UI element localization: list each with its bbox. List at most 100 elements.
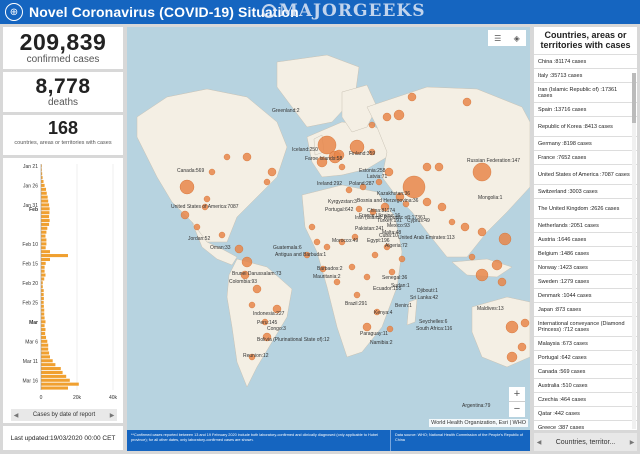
chart-bar[interactable] (41, 312, 45, 316)
chart-bar[interactable] (41, 374, 67, 378)
list-footer[interactable]: ◀ Countries, territor... ▶ (534, 433, 637, 451)
chart-bar[interactable] (41, 320, 46, 324)
case-bubble[interactable] (371, 251, 379, 259)
case-bubble[interactable] (393, 109, 405, 121)
case-bubble[interactable] (382, 112, 392, 122)
case-bubble[interactable] (313, 238, 321, 246)
chart-bar[interactable] (41, 195, 48, 199)
case-bubble[interactable] (323, 243, 331, 251)
case-bubble[interactable] (248, 301, 256, 309)
country-list-item[interactable]: France :7652 cases (534, 150, 637, 164)
chart-bar[interactable] (41, 343, 49, 347)
case-bubble[interactable] (468, 253, 476, 261)
case-bubble[interactable] (517, 342, 527, 352)
country-list-item[interactable]: United States of America :7087 cases (534, 164, 637, 184)
chart-bar[interactable] (41, 308, 45, 312)
map-attribution[interactable]: World Health Organization, Esri | WHO (429, 419, 528, 427)
country-list-item[interactable]: Norway :1423 cases (534, 260, 637, 274)
case-bubble[interactable] (437, 202, 447, 212)
chart-bar[interactable] (41, 183, 45, 187)
case-bubble[interactable] (520, 318, 530, 328)
chart-bar[interactable] (41, 230, 47, 234)
chart-bar[interactable] (41, 386, 68, 390)
case-bubble[interactable] (505, 320, 519, 334)
chart-bar[interactable] (41, 355, 50, 359)
case-bubble[interactable] (338, 163, 346, 171)
country-list-item[interactable]: Canada :569 cases (534, 364, 637, 378)
case-bubble[interactable] (363, 273, 371, 281)
chart-bar[interactable] (41, 265, 45, 269)
case-bubble[interactable] (180, 210, 190, 220)
list-scrollbar[interactable] (632, 73, 636, 429)
chart-bar[interactable] (41, 316, 45, 320)
country-list-item[interactable]: Germany :8198 cases (534, 136, 637, 150)
layers-icon[interactable]: ◈ (514, 34, 520, 43)
chart-bar[interactable] (41, 261, 46, 265)
country-list-item[interactable]: International conveyance (Diamond Prince… (534, 316, 637, 336)
chart-bar[interactable] (41, 304, 44, 308)
case-bubble[interactable] (506, 351, 518, 363)
chart-bar[interactable] (41, 335, 47, 339)
case-bubble[interactable] (267, 167, 277, 177)
country-list-item[interactable]: Italy :35713 cases (534, 68, 637, 82)
case-bubble[interactable] (252, 284, 262, 294)
case-bubble[interactable] (193, 223, 201, 231)
chart-bar[interactable] (41, 179, 44, 184)
chart-bar[interactable] (41, 378, 70, 382)
country-list-item[interactable]: Netherlands :2051 cases (534, 218, 637, 232)
case-bubble[interactable] (348, 263, 356, 271)
case-bubble[interactable] (218, 231, 226, 239)
chart-bar[interactable] (41, 328, 46, 332)
chart-bar[interactable] (41, 269, 45, 273)
chart-bar[interactable] (41, 331, 46, 336)
chart-bar[interactable] (41, 246, 46, 250)
zoom-in-button[interactable]: + (509, 387, 525, 402)
country-list-item[interactable]: Spain :13716 cases (534, 102, 637, 116)
case-bubble[interactable] (263, 178, 271, 186)
chart-bar[interactable] (41, 347, 49, 351)
chart-prev-arrow-icon[interactable]: ◀ (11, 412, 21, 419)
country-list-item[interactable]: Republic of Korea :8413 cases (534, 116, 637, 136)
chart-bar[interactable] (41, 289, 44, 293)
case-bubble[interactable] (497, 277, 507, 287)
case-bubble[interactable] (477, 227, 487, 237)
country-list-item[interactable]: Qatar :442 cases (534, 406, 637, 420)
chart-bar[interactable] (41, 207, 50, 211)
list-prev-arrow-icon[interactable]: ◀ (534, 439, 544, 446)
chart-bar[interactable] (41, 382, 79, 386)
case-bubble[interactable] (475, 268, 489, 282)
chart-bar[interactable] (41, 359, 53, 363)
chart-bar[interactable] (41, 191, 47, 195)
case-bubble[interactable] (472, 162, 492, 182)
chart-bar[interactable] (41, 273, 46, 277)
chart-bar[interactable] (41, 250, 50, 254)
country-list-item[interactable]: Greece :387 cases (534, 420, 637, 430)
case-bubble[interactable] (353, 291, 361, 299)
chart-bar[interactable] (41, 351, 50, 355)
chart-footer[interactable]: ◀ Cases by date of report ▶ (11, 409, 117, 421)
zoom-out-button[interactable]: − (509, 402, 525, 417)
country-list-item[interactable]: Czechia :464 cases (534, 392, 637, 406)
chart-bar[interactable] (41, 324, 45, 328)
case-bubble[interactable] (368, 121, 376, 129)
country-list-item[interactable]: Japan :873 cases (534, 302, 637, 316)
country-list-item[interactable]: Australia :510 cases (534, 378, 637, 392)
chart-bar[interactable] (41, 234, 46, 238)
chart-bar[interactable] (41, 222, 50, 226)
case-bubble[interactable] (234, 244, 244, 254)
chart-bar[interactable] (41, 292, 44, 297)
chart-bar[interactable] (41, 203, 50, 207)
chart-bar[interactable] (41, 242, 47, 246)
case-bubble[interactable] (407, 92, 417, 102)
country-list-item[interactable]: China :81174 cases (534, 54, 637, 68)
case-bubble[interactable] (491, 259, 503, 271)
chart-bar[interactable] (41, 296, 44, 300)
chart-bar[interactable] (41, 300, 44, 304)
map-canvas[interactable]: Greenland:2 Iceland:250 Faroe Islands:58 Fi… (127, 27, 530, 430)
country-list-item[interactable]: Belgium :1486 cases (534, 246, 637, 260)
country-list-item[interactable]: Austria :1646 cases (534, 232, 637, 246)
chart-bar[interactable] (41, 218, 50, 223)
case-bubble[interactable] (223, 153, 231, 161)
chart-bar[interactable] (41, 339, 48, 343)
chart-bar[interactable] (41, 187, 47, 191)
